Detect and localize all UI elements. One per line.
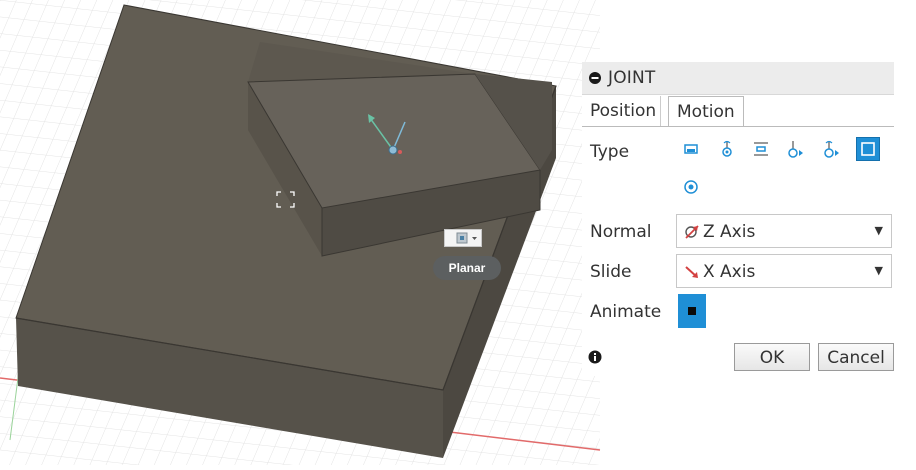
chevron-down-icon: ▼ [874, 264, 883, 277]
normal-dropdown[interactable]: Z Axis ▼ [676, 214, 892, 248]
cylindrical-icon[interactable] [784, 138, 806, 160]
normal-value: Z Axis [703, 222, 756, 242]
chevron-down-icon: ▼ [874, 224, 883, 237]
slider-icon[interactable] [750, 138, 772, 160]
info-icon[interactable] [588, 350, 602, 364]
joint-tooltip: Planar [433, 256, 501, 280]
planar-icon[interactable] [856, 137, 880, 161]
tab-motion[interactable]: Motion [668, 96, 744, 127]
tab-bar: Position Motion [582, 96, 894, 128]
tab-position[interactable]: Position [586, 96, 662, 126]
animate-button[interactable] [678, 294, 706, 328]
tab-divider [582, 126, 894, 127]
slide-dropdown[interactable]: X Axis ▼ [676, 254, 892, 288]
joint-dialog: JOINT Position Motion Type Normal Z Axis… [582, 62, 894, 376]
axis-direction-icon [685, 225, 699, 239]
dialog-header[interactable]: JOINT [582, 62, 894, 95]
cancel-button[interactable]: Cancel [818, 343, 894, 371]
stop-icon [688, 307, 696, 315]
ball-icon[interactable] [680, 176, 702, 198]
animate-label: Animate [590, 302, 662, 322]
joint-type-glyph[interactable] [444, 229, 482, 247]
normal-label: Normal [590, 222, 652, 242]
x-axis-arrow-icon [685, 266, 698, 278]
slide-label: Slide [590, 262, 632, 282]
ok-button[interactable]: OK [734, 343, 810, 371]
pin-slot-icon[interactable] [820, 138, 842, 160]
dialog-title: JOINT [608, 68, 656, 88]
collapse-icon[interactable] [588, 71, 602, 85]
slide-value: X Axis [703, 262, 756, 282]
type-label: Type [590, 142, 630, 162]
revolute-icon[interactable] [716, 138, 738, 160]
rigid-icon[interactable] [680, 138, 702, 160]
